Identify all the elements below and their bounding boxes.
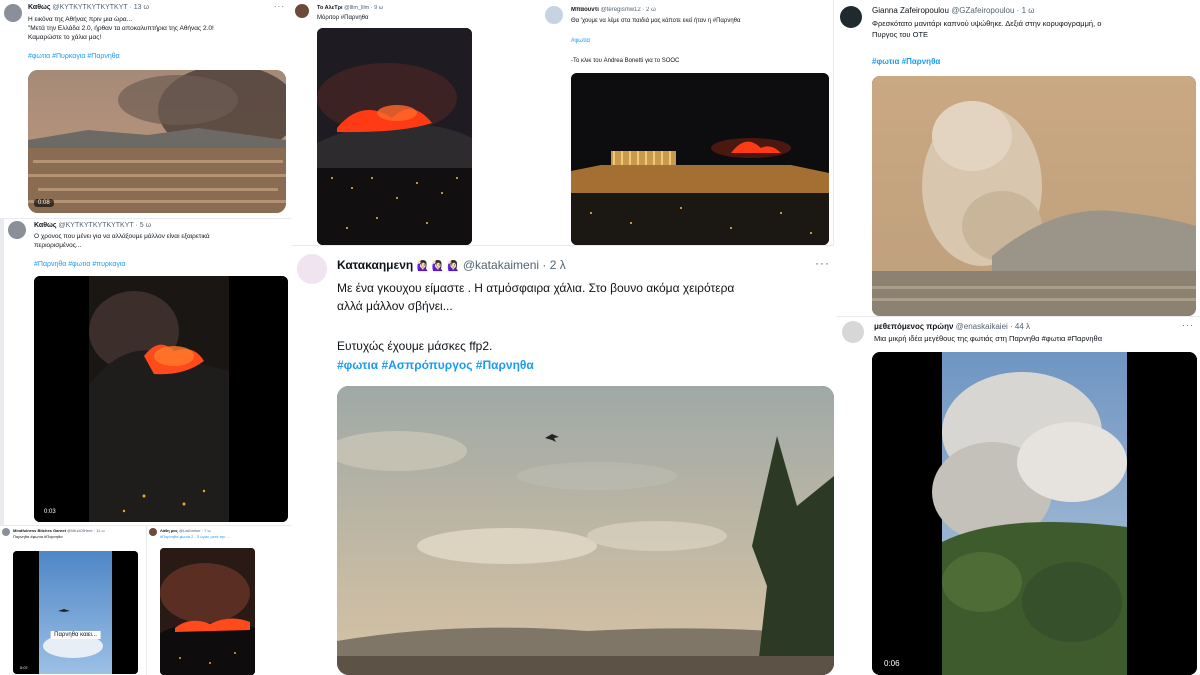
avatar[interactable] — [545, 6, 563, 24]
hazy-sky-photo[interactable] — [337, 386, 834, 675]
avatar[interactable] — [4, 4, 22, 22]
tweet-card-4: Μπάουντι @teregismw12 · 2 ω Θα 'χουμε να… — [541, 0, 833, 245]
tweet-text-line: Ευτυχώς έχουμε μάσκες ffp2. — [337, 339, 493, 353]
author-name[interactable]: Λάθη μας — [160, 528, 178, 533]
hashtags[interactable]: #φωτια #Πυρκαγια #Παρνηθα — [28, 53, 120, 60]
acropolis-fire-photo[interactable] — [571, 73, 829, 245]
author-handle[interactable]: @KYTKYTKYTKYTKYT · 5 ω — [59, 222, 152, 229]
more-icon[interactable]: ··· — [815, 256, 830, 270]
avatar[interactable] — [842, 321, 864, 343]
tweet-text-line: Φρεσκότατο μανιτάρι καπνού υψώθηκε. Δεξι… — [872, 19, 1102, 28]
tweet-text-line: αλλά μάλλον σβήνει... — [337, 299, 453, 313]
mountain-fire-video[interactable]: 0:03 — [34, 276, 288, 522]
tweet-text-line: Παρνηθα #φωτια #Παρνηθα — [13, 534, 63, 539]
emoji-group: 🙋🏻‍♀️ 🙋🏻‍♀️ 🙋🏻‍♀️ — [416, 261, 460, 272]
tweet-text-line: #Παρνηθα φωτιά 2 - 3 ώρες μετά την ... — [160, 534, 230, 539]
hashtags[interactable]: #Παρνηθα #φωτια #πυρκαγια — [34, 261, 125, 268]
tweet-header: Λάθη μας @Lakhmisrr · 7 ω — [160, 528, 211, 533]
avatar[interactable] — [8, 221, 26, 239]
video-duration: 0:03 — [40, 508, 60, 516]
video-duration: 0:06 — [880, 658, 904, 669]
tweet-card-6: Κατακαημενη 🙋🏻‍♀️ 🙋🏻‍♀️ 🙋🏻‍♀️ @katakaime… — [291, 246, 836, 675]
tweet-header: μεθεπόμενος πρώην @enaskaikaiei · 44 λ — [874, 322, 1030, 331]
author-name[interactable]: Το ΑλεΤρι — [317, 5, 343, 11]
author-name[interactable]: Καθώς — [34, 222, 57, 229]
video-duration: 0:08 — [34, 199, 54, 207]
tweet-card-8: Mindfulness Bitches Garnet @MindOfHere ·… — [0, 526, 146, 675]
tweet-header: Mindfulness Bitches Garnet @MindOfHere ·… — [13, 528, 105, 533]
tweet-text-line: Ο χρονος που μένει για να αλλάξουμε μάλλ… — [34, 233, 210, 240]
avatar[interactable] — [297, 254, 327, 284]
tweet-header: Κατακαημενη 🙋🏻‍♀️ 🙋🏻‍♀️ 🙋🏻‍♀️ @katakaime… — [337, 258, 566, 272]
avatar[interactable] — [295, 4, 309, 18]
tweet-card-9: Λάθη μας @Lakhmisrr · 7 ω #Παρνηθα φωτιά… — [147, 526, 291, 675]
night-fire-photo[interactable] — [160, 548, 255, 675]
tweet-text-line: Μόριτορ #Παρνηθα — [317, 15, 369, 21]
author-name[interactable]: Μπάουντι — [571, 7, 599, 13]
tweet-header: Καθώς @KYTKYTKYTKYTKYT · 5 ω — [34, 222, 151, 229]
author-handle[interactable]: @enaskaikaiei · 44 λ — [956, 322, 1030, 331]
smoke-mushroom-photo[interactable] — [872, 76, 1196, 316]
tweet-header: Μπάουντι @teregismw12 · 2 ω — [571, 7, 656, 13]
tweet-card-3: Το ΑλεΤρι @lllm_lllm · 9 ω Μόριτορ #Παρν… — [291, 0, 541, 245]
video-caption: Παρνηθα καιει... — [50, 631, 101, 639]
more-icon[interactable]: ··· — [274, 2, 285, 11]
author-handle[interactable]: @Lakhmisrr · 7 ω — [179, 528, 211, 533]
tweet-text-line: Μια μικρή ιδέα μεγέθους της φωτιάς στη Π… — [874, 334, 1103, 343]
author-handle[interactable]: @katakaimeni · 2 λ — [463, 258, 566, 272]
tweet-header: Gianna Zafeiropoulou @GZafeiropoulou · 1… — [872, 6, 1034, 15]
athens-smoke-photo[interactable]: 0:08 — [28, 70, 286, 213]
hashtags[interactable]: #φωτια — [571, 38, 590, 44]
tweet-card-2: Καθώς @KYTKYTKYTKYTKYT · 5 ω Ο χρονος πο… — [4, 219, 291, 525]
tweet-text-line: Πυργος του ΟΤΕ — [872, 30, 929, 39]
author-handle[interactable]: @KYTKYTKYTKYTKYT · 13 ω — [53, 4, 149, 11]
author-name[interactable]: Καθώς — [28, 4, 51, 11]
tweet-header: Καθώς @KYTKYTKYTKYTKYT · 13 ω — [28, 4, 149, 11]
author-handle[interactable]: @MindOfHere · 11 ω — [67, 528, 105, 533]
tweet-card-1: Καθώς @KYTKYTKYTKYTKYT · 13 ω ··· Η εικό… — [0, 0, 291, 218]
avatar[interactable] — [2, 528, 10, 536]
hashtags[interactable]: #φωτια #Παρνηθα — [872, 57, 940, 66]
sky-video[interactable]: Παρνηθα καιει... 0:07 — [13, 551, 138, 674]
avatar[interactable] — [149, 528, 157, 536]
more-icon[interactable]: ··· — [1182, 320, 1194, 330]
smoke-forest-video[interactable]: 0:06 — [872, 352, 1197, 675]
parnitha-night-fire-photo[interactable] — [317, 28, 472, 245]
tweet-card-7: μεθεπόμενος πρώην @enaskaikaiei · 44 λ ·… — [836, 317, 1200, 675]
avatar[interactable] — [840, 6, 862, 28]
video-duration: 0:07 — [16, 664, 32, 671]
tweet-text-line: Με ένα γκουχου είμαστε . Η ατμόσφαιρα χά… — [337, 281, 735, 295]
author-name[interactable]: μεθεπόμενος πρώην — [874, 322, 953, 331]
author-name[interactable]: Κατακαημενη — [337, 258, 413, 272]
tweet-card-5: Gianna Zafeiropoulou @GZafeiropoulou · 1… — [834, 0, 1200, 316]
tweet-text-line: Θα 'χουμε να λέμε στα παιδιά μας κάποτε … — [571, 18, 741, 24]
author-handle[interactable]: @teregismw12 · 2 ω — [601, 7, 656, 13]
tweet-text-line: περιορισμένος... — [34, 242, 82, 249]
author-handle[interactable]: @GZafeiropoulou · 1 ω — [951, 6, 1034, 15]
tweet-header: Το ΑλεΤρι @lllm_lllm · 9 ω — [317, 5, 383, 11]
tweet-text-line: Καμαρώστε το χάλια μας! — [28, 34, 102, 41]
tweet-text-line: -Το κλικ του Andrea Bonetti για το SOOC — [571, 58, 680, 64]
author-name[interactable]: Gianna Zafeiropoulou — [872, 6, 949, 15]
tweet-text-line: Η εικόνα της Αθήνας πριν μια ώρα... — [28, 16, 133, 23]
tweet-text-line: "Μετά την Ελλάδα 2.0, ήρθαν τα αποκαλυπτ… — [28, 25, 214, 32]
author-handle[interactable]: @lllm_lllm · 9 ω — [344, 5, 383, 11]
author-name[interactable]: Mindfulness Bitches Garnet — [13, 528, 66, 533]
hashtags[interactable]: #φωτια #Ασπρόπυργος #Παρνηθα — [337, 358, 534, 372]
